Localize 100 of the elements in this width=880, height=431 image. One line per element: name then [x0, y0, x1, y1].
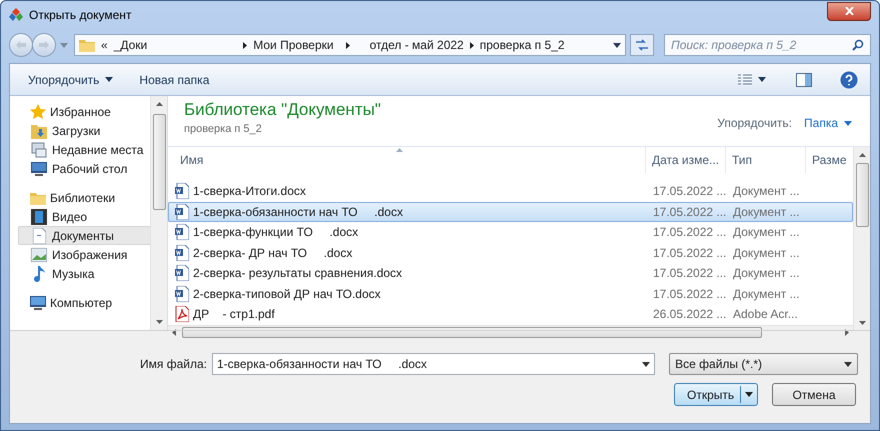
image-icon [31, 248, 47, 262]
breadcrumb[interactable]: проверка п 5_2 [480, 36, 565, 54]
app-logo-icon [9, 8, 23, 22]
sidebar-item[interactable]: Документы [18, 226, 150, 245]
sidebar-group[interactable]: Компьютер [30, 293, 150, 312]
date-cell-text: 17.05.2022 ... [652, 286, 727, 303]
column-header[interactable]: Тип [726, 147, 806, 173]
type-cell-text: Документ ... [732, 204, 801, 221]
scroll-up-arrow-icon[interactable] [858, 153, 866, 157]
filename-label: Имя файла: [140, 356, 207, 373]
type-cell-text: Документ ... [732, 224, 801, 242]
scrollbar[interactable] [150, 96, 167, 330]
document-icon [32, 228, 46, 244]
sidebar-item[interactable]: Загрузки [18, 121, 150, 140]
library-subtitle: проверка п 5_2 [184, 122, 263, 137]
breadcrumb[interactable]: отдел - май 2022 [370, 36, 464, 54]
file-name: 1-сверка-Итоги.docx [193, 183, 306, 200]
sidebar-item[interactable]: Недавние места [18, 140, 150, 159]
arrange-label: Упорядочить: [717, 115, 792, 132]
history-caret-icon [60, 42, 68, 48]
date-cell-text: 17.05.2022 ... [652, 204, 727, 221]
type-cell-text: Adobe Acr... [732, 306, 799, 324]
caret-icon [105, 77, 114, 82]
column-header[interactable]: Дата изме... [646, 147, 726, 173]
star-icon [30, 104, 46, 120]
file-row[interactable]: 2-сверка-типовой ДР нач ТО.docx 17.05.2022 ... Документ ... [168, 284, 853, 304]
close-button[interactable] [827, 2, 871, 20]
sidebar-group[interactable]: Избранное [30, 102, 150, 121]
file-name: 2-сверка-типовой ДР нач ТО.docx [193, 286, 381, 303]
sidebar-item[interactable]: Изображения [18, 245, 150, 264]
chevron-right-icon [470, 42, 474, 48]
word-document-icon [175, 265, 189, 282]
date-cell-text: 17.05.2022 ... [652, 244, 727, 262]
sidebar-item[interactable]: Рабочий стол [18, 159, 150, 178]
column-header[interactable]: Имя [168, 147, 646, 173]
folder-icon [30, 190, 46, 204]
scrollbar[interactable] [853, 147, 870, 331]
scroll-down-arrow-icon[interactable] [858, 321, 866, 325]
refresh-button[interactable] [630, 34, 654, 56]
file-name: 2-сверка- ДР нач ТО .docx [193, 244, 352, 262]
file-row[interactable]: 1-сверка-обязанности нач ТО .docx 17.05.2022 ... Документ ... [168, 202, 853, 222]
preview-pane-icon[interactable] [796, 72, 812, 86]
file-name: 1-сверка-обязанности нач ТО .docx [193, 204, 403, 221]
breadcrumb[interactable]: Мои Проверки [253, 36, 334, 54]
column-header[interactable]: Разме [806, 147, 853, 173]
view-list-icon[interactable] [738, 74, 752, 86]
date-cell-text: 26.05.2022 ... [652, 306, 727, 324]
download-folder-icon [31, 122, 47, 138]
music-note-icon [32, 266, 46, 282]
word-document-icon [175, 183, 189, 200]
chevron-right-icon [243, 42, 248, 48]
file-row[interactable]: 2-сверка- результаты сравнения.docx 17.05.2022 ... Документ ... [168, 263, 853, 284]
file-row[interactable]: 2-сверка- ДР нач ТО .docx 17.05.2022 ... Документ ... [168, 242, 853, 263]
scroll-up-arrow-icon[interactable] [156, 102, 162, 106]
recent-places-icon [31, 142, 47, 158]
filename-field[interactable]: 1-сверка-обязанности нач ТО .docx [212, 353, 656, 375]
file-row[interactable]: 1-сверка-Итоги.docx 17.05.2022 ... Документ ... [168, 181, 853, 202]
new-folder-button[interactable]: Новая папка [125, 68, 224, 92]
sidebar-group[interactable]: Библиотеки [30, 188, 150, 207]
word-document-icon [175, 224, 189, 240]
sidebar-item[interactable]: Музыка [18, 264, 150, 283]
address-bar[interactable]: « _Доки Мои Проверки отдел - май 2022 проверка п 5_2 [74, 34, 626, 56]
library-title: Библиотека "Документы" [184, 99, 381, 121]
cancel-button[interactable]: Отмена [772, 383, 856, 406]
caret-icon [745, 392, 753, 397]
sidebar-item[interactable]: Видео [18, 207, 150, 226]
word-document-icon [175, 244, 189, 261]
view-caret-icon [758, 77, 766, 82]
type-cell-text: Документ ... [732, 183, 801, 200]
file-row[interactable]: 1-сверка-функции ТО .docx 17.05.2022 ... Документ ... [168, 222, 853, 242]
arrange-dropdown[interactable]: Папка [804, 114, 852, 132]
desktop-icon [31, 162, 47, 176]
search-field[interactable]: Поиск: проверка п 5_2 [664, 34, 871, 56]
monitor-icon [30, 296, 46, 310]
breadcrumb[interactable]: « [101, 36, 108, 54]
organize-button[interactable]: Упорядочить [22, 68, 120, 92]
window-title: Открыть документ [29, 7, 132, 24]
dropdown-caret-icon [613, 42, 621, 48]
close-icon [844, 7, 854, 15]
file-name: ДР - стр1.pdf [193, 306, 275, 324]
sort-arrow-icon [396, 148, 403, 152]
filter-dropdown[interactable]: Все файлы (*.*) [669, 353, 858, 375]
file-row[interactable]: ДР - стр1.pdf 26.05.2022 ... Adobe Acr... [168, 304, 853, 324]
folder-icon [79, 38, 95, 52]
type-cell-text: Документ ... [732, 244, 801, 262]
type-cell-text: Документ ... [732, 265, 801, 282]
filename-value: 1-сверка-обязанности нач ТО .docx [216, 356, 428, 373]
open-button[interactable]: Открыть [674, 383, 758, 406]
search-input[interactable]: Поиск: проверка п 5_2 [671, 36, 852, 54]
caret-icon [844, 120, 852, 126]
type-cell-text: Документ ... [732, 286, 801, 303]
word-document-icon [175, 204, 189, 220]
breadcrumb[interactable]: _Доки [114, 36, 148, 54]
date-cell-text: 17.05.2022 ... [652, 265, 727, 282]
scroll-right-arrow-icon[interactable] [845, 328, 849, 336]
scroll-left-arrow-icon[interactable] [172, 328, 176, 336]
help-icon[interactable] [840, 70, 858, 88]
arrow-right-icon [39, 41, 49, 49]
scroll-down-arrow-icon[interactable] [156, 320, 162, 324]
date-cell-text: 17.05.2022 ... [652, 183, 727, 200]
